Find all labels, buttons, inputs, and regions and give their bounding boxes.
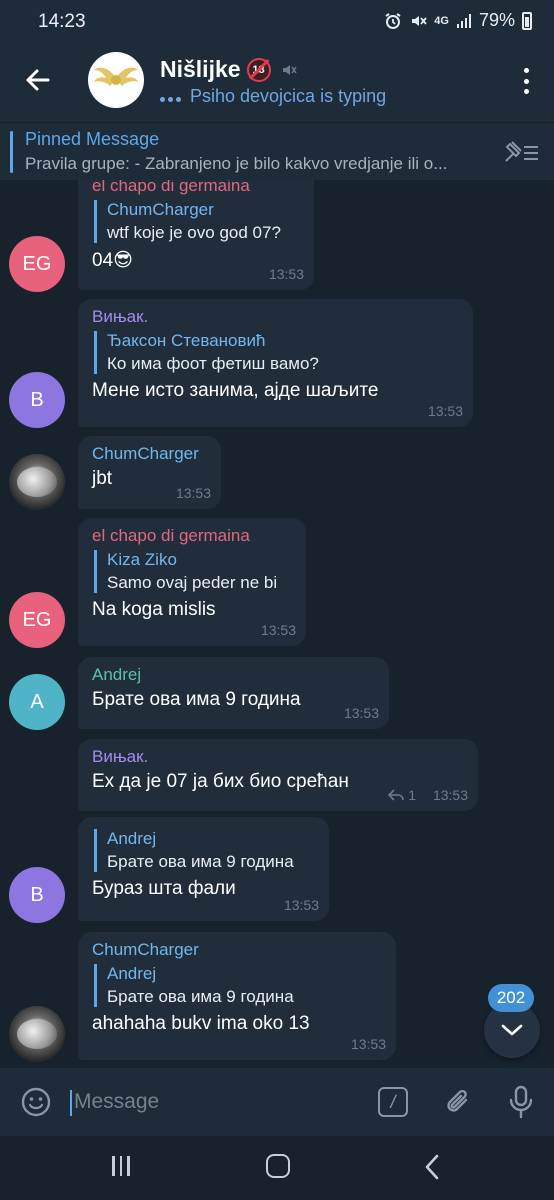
battery-percent: 79% — [478, 10, 515, 30]
message-time: 13:53 — [343, 705, 379, 721]
system-nav-bar — [0, 1136, 554, 1200]
message-sender: ChumCharger — [92, 940, 199, 959]
avatar[interactable]: B — [9, 867, 65, 923]
message-text: jbt — [92, 468, 113, 489]
typing-indicator: Psiho devojcica is typing — [160, 86, 386, 107]
reply-quote-text: Samo ovaj peder ne bi — [107, 573, 278, 592]
reply-quote-name: Ђаксон Стевановић — [107, 331, 266, 350]
recent-apps-icon[interactable] — [112, 1156, 130, 1176]
reply-quote[interactable]: Andrej Брате ова има 9 година — [94, 964, 382, 1007]
message-sender: ChumCharger — [92, 444, 199, 463]
reply-arrow-icon — [388, 789, 405, 801]
microphone-icon[interactable] — [508, 1085, 534, 1119]
typing-dots-icon — [160, 86, 184, 107]
reply-quote[interactable]: Andrej Брате ова има 9 година — [94, 829, 315, 872]
message-sender: Вињак. — [92, 307, 149, 326]
reply-quote[interactable]: Ђаксон Стевановић Ко има фоот фетиш вамо… — [94, 331, 459, 374]
avatar[interactable]: A — [9, 674, 65, 730]
message-sender: Andrej — [92, 665, 142, 684]
muted-icon — [282, 64, 297, 75]
message-input[interactable]: Message — [74, 1090, 159, 1114]
pin-list-icon[interactable] — [502, 139, 540, 165]
message-input-bar: Message / — [0, 1068, 554, 1136]
message-bubble[interactable]: Вињак. Ђаксон Стевановић Ко има фоот фет… — [78, 299, 473, 427]
unread-count-badge[interactable]: 202 — [488, 984, 534, 1012]
message-sender: el chapo di germaina — [92, 526, 250, 545]
reply-quote-name: ChumCharger — [107, 200, 214, 219]
message-text: Бураз шта фали — [92, 878, 236, 899]
emoji-icon[interactable] — [20, 1086, 52, 1118]
group-title[interactable]: Nišlijke 18 — [160, 56, 297, 83]
signal-icon — [456, 13, 471, 28]
typing-text: Psiho devojcica is typing — [190, 86, 387, 106]
reply-quote-name: Andrej — [107, 964, 157, 983]
avatar[interactable]: EG — [9, 236, 65, 292]
message-bubble[interactable]: el chapo di germaina ChumCharger wtf koj… — [78, 180, 314, 290]
pinned-accent-bar — [10, 131, 13, 173]
reply-count[interactable]: 1 — [388, 787, 416, 803]
wings-logo-icon — [94, 67, 138, 86]
back-arrow-icon[interactable] — [22, 64, 54, 96]
message-bubble[interactable]: Вињак. Ех да је 07 ја бих био срећан 1 1… — [78, 739, 478, 811]
reply-quote-text: Брате ова има 9 година — [107, 987, 294, 1006]
avatar-cat-image[interactable] — [9, 454, 65, 510]
message-text: 04😎 — [92, 250, 133, 271]
message-text: Na koga mislis — [92, 599, 216, 620]
message-time: 13:53 — [432, 787, 468, 803]
message-sender: Вињак. — [92, 747, 149, 766]
chat-messages[interactable]: el chapo di germaina ChumCharger wtf koj… — [0, 180, 554, 1068]
message-time: 13:53 — [175, 485, 211, 501]
reply-quote-text: Брате ова има 9 година — [107, 852, 294, 871]
network-label: 4G — [434, 14, 449, 27]
message-text: Брате ова има 9 година — [92, 689, 301, 710]
pinned-text: Pravila grupe: - Zabranjeno je bilo kakv… — [25, 154, 448, 173]
mute-status-icon — [412, 15, 427, 26]
reply-quote-text: Ко има фоот фетиш вамо? — [107, 354, 319, 373]
group-name: Nišlijke — [160, 56, 241, 82]
bot-commands-icon[interactable]: / — [378, 1087, 408, 1117]
message-text: Ех да је 07 ја бих био срећан — [92, 771, 349, 792]
message-time: 13:53 — [283, 897, 319, 913]
status-icons: 4G 79% — [384, 10, 532, 31]
chat-header: Nišlijke 18 Psiho devojcica is typing — [0, 44, 554, 122]
reply-count-number: 1 — [408, 787, 416, 803]
reply-quote-name: Andrej — [107, 829, 157, 848]
pinned-message[interactable]: Pinned Message Pravila grupe: - Zabranje… — [0, 122, 554, 180]
message-bubble[interactable]: ChumCharger Andrej Брате ова има 9 годин… — [78, 932, 396, 1060]
message-text: Мене исто занима, ајде шаљите — [92, 380, 379, 401]
chevron-down-icon — [501, 1024, 523, 1036]
more-menu-icon[interactable] — [522, 68, 530, 94]
nav-back-icon[interactable] — [424, 1154, 440, 1180]
message-time: 13:53 — [260, 622, 296, 638]
message-time: 13:53 — [350, 1036, 386, 1052]
message-bubble[interactable]: Andrej Брате ова има 9 година Бураз шта … — [78, 817, 329, 921]
message-bubble[interactable]: ChumCharger jbt 13:53 — [78, 436, 221, 509]
reply-quote[interactable]: ChumCharger wtf koje je ovo god 07? — [94, 200, 300, 243]
avatar[interactable]: B — [9, 372, 65, 428]
reply-quote[interactable]: Kiza Ziko Samo ovaj peder ne bi — [94, 550, 292, 593]
home-icon[interactable] — [266, 1154, 290, 1178]
message-bubble[interactable]: el chapo di germaina Kiza Ziko Samo ovaj… — [78, 518, 306, 646]
message-sender: el chapo di germaina — [92, 180, 250, 195]
attach-paperclip-icon[interactable] — [444, 1086, 474, 1118]
message-bubble[interactable]: Andrej Брате ова има 9 година 13:53 — [78, 657, 389, 729]
message-time: 13:53 — [268, 266, 304, 282]
avatar[interactable]: EG — [9, 592, 65, 648]
reply-quote-name: Kiza Ziko — [107, 550, 177, 569]
avatar-cat-image[interactable] — [9, 1006, 65, 1062]
battery-icon — [522, 11, 532, 30]
pinned-title: Pinned Message — [25, 129, 160, 149]
reply-quote-text: wtf koje je ovo god 07? — [107, 223, 281, 242]
status-bar: 14:23 4G 79% — [0, 0, 554, 44]
message-text: ahahaha bukv ima oko 13 — [92, 1013, 310, 1034]
message-time: 13:53 — [427, 403, 463, 419]
text-cursor — [70, 1090, 72, 1116]
group-avatar[interactable] — [88, 52, 144, 108]
alarm-icon — [385, 12, 401, 29]
adult-18-icon: 18 — [246, 57, 271, 82]
